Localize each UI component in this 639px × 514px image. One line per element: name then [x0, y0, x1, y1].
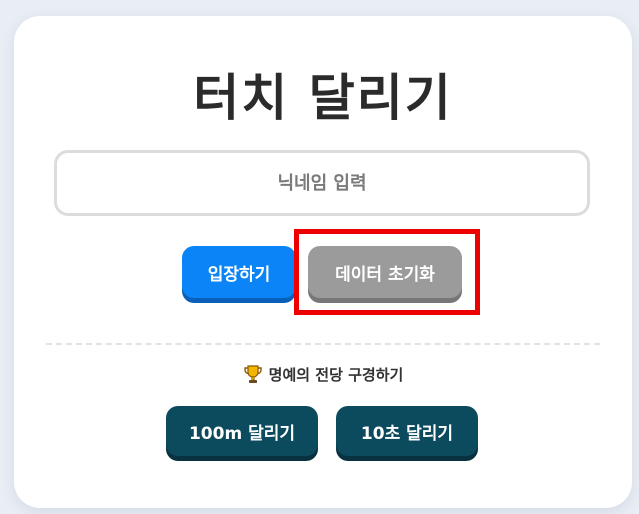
hall-of-fame-heading: 명예의 전당 구경하기 [14, 364, 632, 386]
hall-of-fame-label: 명예의 전당 구경하기 [268, 366, 404, 384]
nickname-input[interactable] [54, 150, 590, 216]
reset-data-button[interactable]: 데이터 초기화 [308, 246, 462, 298]
page-title: 터치 달리기 [193, 69, 453, 127]
enter-button[interactable]: 입장하기 [182, 246, 296, 298]
main-card: 터치 달리기 입장하기 데이터 초기화 명예의 전당 구경하기 100m 달리기… [14, 16, 632, 508]
hof-10s-button[interactable]: 10초 달리기 [336, 406, 478, 456]
section-divider [46, 343, 600, 345]
hof-100m-button[interactable]: 100m 달리기 [166, 406, 318, 456]
trophy-icon [243, 364, 263, 384]
